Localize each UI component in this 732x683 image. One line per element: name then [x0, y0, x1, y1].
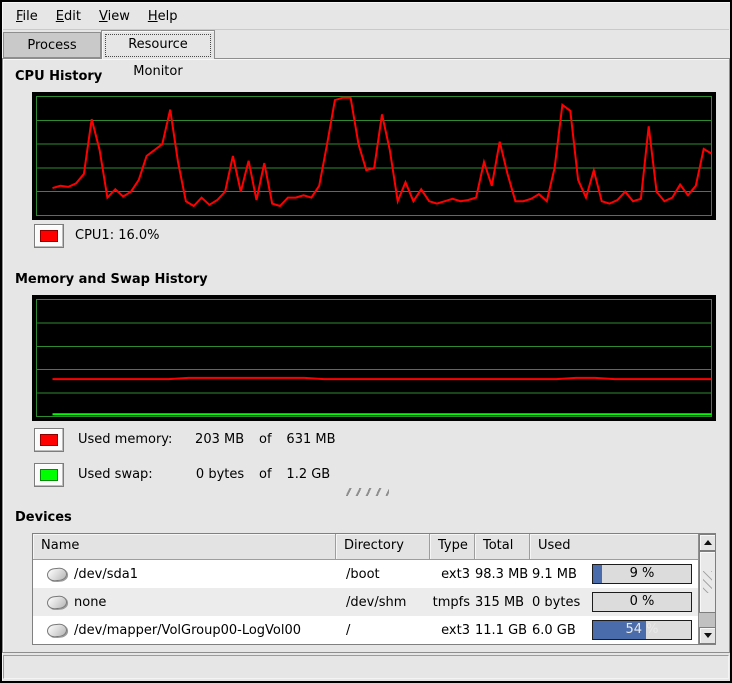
- device-used: 9.1 MB: [532, 567, 577, 582]
- used-memory-value: 203 MB: [180, 428, 244, 452]
- device-name: /dev/sda1: [74, 567, 138, 582]
- hard-disk-icon: [46, 567, 67, 582]
- device-used-cell: 0 bytes 0 %: [530, 592, 698, 612]
- column-header-name[interactable]: Name: [33, 534, 336, 560]
- menu-view[interactable]: View: [90, 5, 139, 28]
- cpu1-legend-label: CPU1: 16.0%: [75, 224, 160, 248]
- arrow-down-icon: [704, 633, 712, 638]
- column-header-total[interactable]: Total: [475, 534, 530, 560]
- devices-table-header: Name Directory Type Total Used: [33, 534, 715, 560]
- devices-table: Name Directory Type Total Used /dev/sda1…: [32, 533, 716, 645]
- table-row[interactable]: none /dev/shm tmpfs 315 MB 0 bytes 0 %: [33, 588, 715, 616]
- scrollbar-grip-icon: [703, 571, 712, 593]
- device-name: /dev/mapper/VolGroup00-LogVol00: [74, 623, 301, 638]
- device-used-cell: 6.0 GB 54 %: [530, 620, 698, 640]
- cpu-history-title: CPU History: [15, 69, 102, 84]
- device-name-cell: /dev/sda1: [33, 567, 336, 582]
- device-name-cell: none: [33, 595, 336, 610]
- column-header-type[interactable]: Type: [430, 534, 475, 560]
- used-memory-legend: Used memory: 203 MB of 631 MB: [78, 428, 336, 452]
- menu-file[interactable]: File: [7, 5, 47, 28]
- window-frame: File Edit View Help Process Listing Reso…: [2, 2, 730, 681]
- column-header-used[interactable]: Used: [530, 534, 698, 560]
- usage-progress-bar: 9 %: [592, 564, 692, 584]
- scroll-down-button[interactable]: [699, 627, 716, 644]
- usage-progress-bar: 0 %: [592, 592, 692, 612]
- used-swap-label: Used swap:: [78, 463, 176, 487]
- table-row[interactable]: /dev/mapper/VolGroup00-LogVol00 / ext3 1…: [33, 616, 715, 644]
- usage-percent-label: 0 %: [593, 593, 691, 611]
- system-monitor-window: File Edit View Help Process Listing Reso…: [0, 0, 732, 683]
- used-swap-color-chip: [40, 469, 58, 481]
- cpu1-color-swatch[interactable]: [34, 224, 64, 248]
- pane-resize-grip[interactable]: [345, 488, 389, 496]
- hard-disk-icon: [46, 595, 67, 610]
- memory-history-chart: [32, 295, 716, 421]
- device-directory: /dev/shm: [336, 595, 430, 610]
- device-used: 6.0 GB: [532, 623, 576, 638]
- tab-resource-monitor-label: Resource Monitor: [128, 37, 188, 79]
- hard-disk-icon: [46, 623, 67, 638]
- device-total: 11.1 GB: [475, 623, 530, 638]
- tab-resource-monitor[interactable]: Resource Monitor: [101, 30, 215, 59]
- device-directory: /: [336, 623, 430, 638]
- device-type: ext3: [430, 567, 475, 582]
- device-total: 315 MB: [475, 595, 530, 610]
- device-directory: /boot: [336, 567, 430, 582]
- used-swap-legend: Used swap: 0 bytes of 1.2 GB: [78, 463, 330, 487]
- tab-process-listing[interactable]: Process Listing: [3, 32, 101, 58]
- used-swap-total: 1.2 GB: [286, 467, 330, 482]
- used-memory-color-chip: [40, 434, 58, 446]
- column-header-directory[interactable]: Directory: [336, 534, 430, 560]
- menu-edit[interactable]: Edit: [47, 5, 90, 28]
- scrollbar-thumb[interactable]: [699, 551, 716, 613]
- table-row[interactable]: /dev/sda1 /boot ext3 98.3 MB 9.1 MB 9 %: [33, 560, 715, 588]
- device-used: 0 bytes: [532, 595, 580, 610]
- usage-percent-label: 54 %: [593, 621, 691, 639]
- cpu1-color-chip: [40, 230, 58, 242]
- used-memory-of: of: [248, 428, 282, 452]
- status-bar: [3, 655, 729, 679]
- arrow-up-icon: [704, 540, 712, 545]
- devices-scrollbar[interactable]: [698, 534, 715, 644]
- device-type: tmpfs: [430, 595, 475, 610]
- menu-bar: File Edit View Help: [3, 3, 729, 30]
- device-type: ext3: [430, 623, 475, 638]
- device-name-cell: /dev/mapper/VolGroup00-LogVol00: [33, 623, 336, 638]
- scroll-up-button[interactable]: [699, 534, 716, 551]
- used-swap-value: 0 bytes: [180, 463, 244, 487]
- used-memory-color-swatch[interactable]: [34, 428, 64, 452]
- menu-help[interactable]: Help: [139, 5, 187, 28]
- devices-table-body: /dev/sda1 /boot ext3 98.3 MB 9.1 MB 9 % …: [33, 560, 715, 644]
- used-swap-of: of: [248, 463, 282, 487]
- device-name: none: [74, 595, 106, 610]
- cpu-history-chart: [32, 92, 716, 220]
- usage-progress-bar: 54 %: [592, 620, 692, 640]
- used-memory-total: 631 MB: [286, 432, 335, 447]
- used-memory-label: Used memory:: [78, 428, 176, 452]
- used-swap-color-swatch[interactable]: [34, 463, 64, 487]
- device-total: 98.3 MB: [475, 567, 530, 582]
- device-used-cell: 9.1 MB 9 %: [530, 564, 698, 584]
- resource-monitor-page: CPU History CPU1: 16.0% Memory and Swap …: [2, 58, 730, 653]
- memory-history-title: Memory and Swap History: [15, 272, 208, 287]
- usage-percent-label: 9 %: [593, 565, 691, 583]
- devices-title: Devices: [15, 510, 72, 525]
